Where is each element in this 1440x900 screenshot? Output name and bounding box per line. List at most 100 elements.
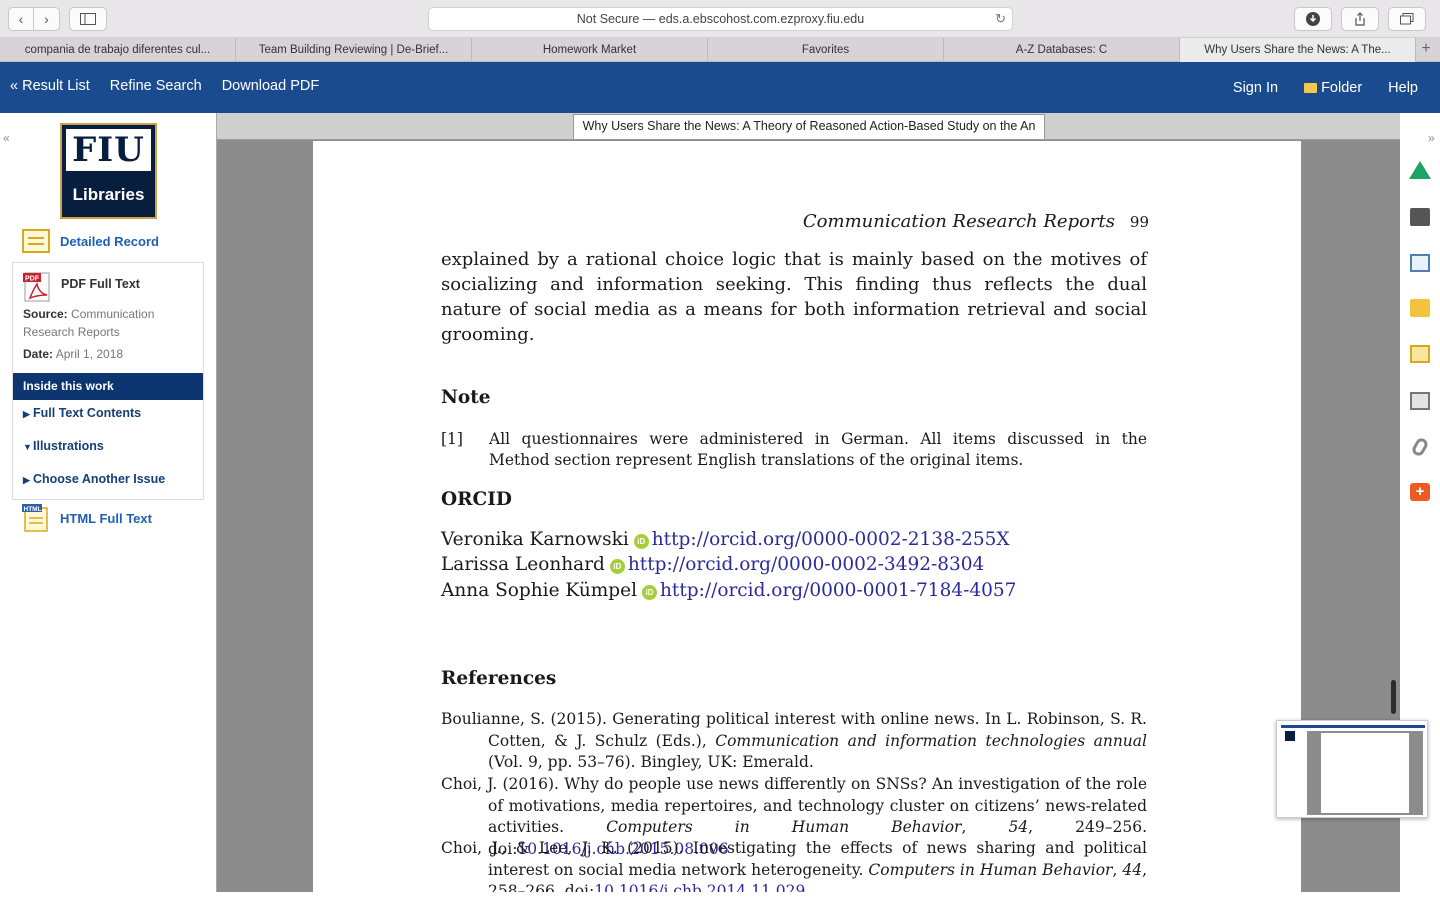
share-button[interactable] bbox=[1341, 7, 1379, 31]
toolbar-right bbox=[1294, 7, 1426, 31]
ref-volume: 54 bbox=[1008, 818, 1029, 836]
pdf-full-text-link[interactable]: PDF Full Text bbox=[61, 277, 140, 291]
intro-paragraph: explained by a rational choice logic tha… bbox=[441, 249, 1147, 345]
share-plus-icon[interactable]: + bbox=[1410, 483, 1430, 501]
author-name: Larissa Leonhard bbox=[441, 554, 605, 575]
date-label: Date: bbox=[23, 347, 54, 361]
full-text-contents-item[interactable]: ▶ Full Text Contents bbox=[23, 406, 141, 420]
tabs-icon bbox=[1400, 13, 1414, 25]
left-sidebar: « FIU Libraries Detailed Record PDF PDF … bbox=[0, 113, 216, 900]
detailed-record-icon bbox=[22, 229, 50, 253]
tab-compania[interactable]: compania de trabajo diferentes cul... bbox=[0, 38, 236, 62]
folder-icon bbox=[1304, 83, 1318, 93]
note-text: All questionnaires were administered in … bbox=[489, 430, 1147, 469]
address-bar[interactable]: Not Secure — eds.a.ebscohost.com.ezproxy… bbox=[428, 7, 1013, 31]
detailed-record-label: Detailed Record bbox=[60, 233, 159, 249]
viewer-scrollbar[interactable] bbox=[1391, 680, 1396, 714]
orcid-link[interactable]: http://orcid.org/0000-0002-3492-8304 bbox=[628, 554, 984, 575]
orcid-link[interactable]: http://orcid.org/0000-0002-2138-255X bbox=[652, 529, 1010, 550]
tab-bar: compania de trabajo diferentes cul... Te… bbox=[0, 38, 1440, 62]
ref-journal: Computers in Human Behavior bbox=[606, 818, 962, 836]
reload-icon[interactable]: ↻ bbox=[995, 8, 1006, 30]
fiu-libraries-logo[interactable]: FIU Libraries bbox=[60, 123, 157, 219]
source-meta: Source: Communication Research Reports bbox=[23, 305, 203, 341]
pdf-icon[interactable]: PDF bbox=[23, 272, 53, 302]
orcid-entry: Anna Sophie Kümpel iD http://orcid.org/000… bbox=[441, 578, 1016, 603]
illustrations-item[interactable]: ▼Illustrations bbox=[23, 439, 104, 453]
ebsco-toolbar: « Result List Refine Search Download PDF… bbox=[0, 62, 1440, 113]
reference-item: Choi, J., & Lee, J. K. (2015). Investiga… bbox=[441, 838, 1147, 892]
author-name: Veronika Karnowski bbox=[441, 529, 629, 550]
orcid-link[interactable]: http://orcid.org/0000-0001-7184-4057 bbox=[660, 580, 1016, 601]
pdf-page: Communication Research Reports 99 explai… bbox=[313, 141, 1301, 892]
export-icon[interactable] bbox=[1410, 392, 1430, 410]
thumbnail-page bbox=[1321, 733, 1409, 813]
tab-az-databases[interactable]: A-Z Databases: C bbox=[944, 38, 1180, 62]
cite-icon[interactable] bbox=[1410, 345, 1430, 363]
downloads-button[interactable] bbox=[1294, 7, 1332, 31]
note-number: [1] bbox=[441, 430, 463, 448]
ref-text: (Vol. 9, pp. 53–76). Bingley, UK: Emeral… bbox=[488, 753, 814, 771]
html-icon: HTML bbox=[22, 504, 48, 532]
caret-down-icon: ▼ bbox=[23, 442, 32, 452]
sign-in-link[interactable]: Sign In bbox=[1233, 80, 1278, 96]
date-value: April 1, 2018 bbox=[55, 347, 124, 361]
choose-another-issue-item[interactable]: ▶ Choose Another Issue bbox=[23, 472, 165, 486]
tab-overview-button[interactable] bbox=[1388, 7, 1426, 31]
choose-another-issue-label: Choose Another Issue bbox=[33, 472, 166, 486]
ref-text: , bbox=[961, 818, 1009, 836]
help-link[interactable]: Help bbox=[1388, 80, 1418, 96]
pdf-viewer[interactable]: Why Users Share the News: A Theory of Re… bbox=[216, 113, 1400, 892]
thumbnail-logo bbox=[1285, 731, 1295, 741]
caret-right-icon: ▶ bbox=[23, 409, 30, 419]
html-full-text-link[interactable]: HTML HTML Full Text bbox=[22, 504, 152, 532]
tab-homework-market[interactable]: Homework Market bbox=[472, 38, 708, 62]
orcid-icon: iD bbox=[609, 559, 625, 574]
page-number: 99 bbox=[1129, 213, 1149, 231]
collapse-right-button[interactable]: » bbox=[1428, 131, 1435, 145]
google-drive-icon[interactable] bbox=[1409, 161, 1431, 179]
pdf-badge-text: PDF bbox=[25, 276, 40, 283]
url-text: Not Secure — eds.a.ebscohost.com.ezproxy… bbox=[576, 12, 865, 26]
illustrations-label: Illustrations bbox=[33, 439, 104, 453]
orcid-icon: iD bbox=[633, 534, 649, 549]
result-list-link[interactable]: « Result List bbox=[10, 78, 90, 94]
forward-button[interactable]: › bbox=[34, 7, 60, 31]
tab-team-building[interactable]: Team Building Reviewing | De-Brief... bbox=[236, 38, 472, 62]
source-label: Source: bbox=[23, 307, 68, 321]
document-title-tab[interactable]: Why Users Share the News: A Theory of Re… bbox=[573, 114, 1045, 140]
print-icon[interactable] bbox=[1410, 208, 1430, 226]
running-head: Communication Research Reports bbox=[802, 211, 1115, 232]
orcid-icon: iD bbox=[642, 585, 657, 600]
page-thumbnail-preview[interactable] bbox=[1276, 720, 1428, 818]
back-button[interactable]: ‹ bbox=[8, 7, 34, 31]
history-buttons: ‹ › bbox=[8, 7, 60, 31]
save-to-folder-icon[interactable] bbox=[1410, 299, 1430, 317]
new-tab-button[interactable]: + bbox=[1416, 38, 1436, 61]
folder-link[interactable]: Folder bbox=[1304, 80, 1362, 96]
detailed-record-link[interactable]: Detailed Record bbox=[22, 229, 159, 253]
reference-item: Boulianne, S. (2015). Generating politic… bbox=[441, 709, 1147, 774]
collapse-left-button[interactable]: « bbox=[3, 131, 10, 145]
html-full-text-label: HTML Full Text bbox=[60, 510, 152, 526]
sidebar-toggle-button[interactable] bbox=[69, 7, 107, 31]
ref-volume: 44 bbox=[1122, 860, 1143, 879]
folder-label: Folder bbox=[1321, 80, 1363, 96]
pdf-full-text-panel: PDF PDF Full Text Source: Communication … bbox=[12, 262, 204, 500]
full-text-contents-label: Full Text Contents bbox=[33, 406, 142, 420]
author-name: Anna Sophie Kümpel bbox=[441, 580, 637, 601]
download-icon bbox=[1306, 12, 1320, 26]
thumbnail-viewer bbox=[1307, 731, 1423, 815]
tab-why-users-share[interactable]: Why Users Share the News: A The... bbox=[1180, 38, 1416, 62]
ref-text: , bbox=[1112, 860, 1123, 879]
tab-favorites[interactable]: Favorites bbox=[708, 38, 944, 62]
email-icon[interactable] bbox=[1410, 254, 1430, 272]
refine-search-link[interactable]: Refine Search bbox=[110, 78, 202, 94]
orcid-entry: Veronika Karnowski iD http://orcid.org/000… bbox=[441, 527, 1010, 552]
references-heading: References bbox=[441, 668, 557, 689]
orcid-entry: Larissa Leonhard iD http://orcid.org/0000-… bbox=[441, 552, 984, 577]
share-icon bbox=[1355, 12, 1365, 26]
permalink-icon[interactable] bbox=[1410, 436, 1430, 458]
doi-link[interactable]: 10.1016/j.chb.2014.11.029 bbox=[594, 882, 805, 892]
download-pdf-link[interactable]: Download PDF bbox=[222, 78, 320, 94]
